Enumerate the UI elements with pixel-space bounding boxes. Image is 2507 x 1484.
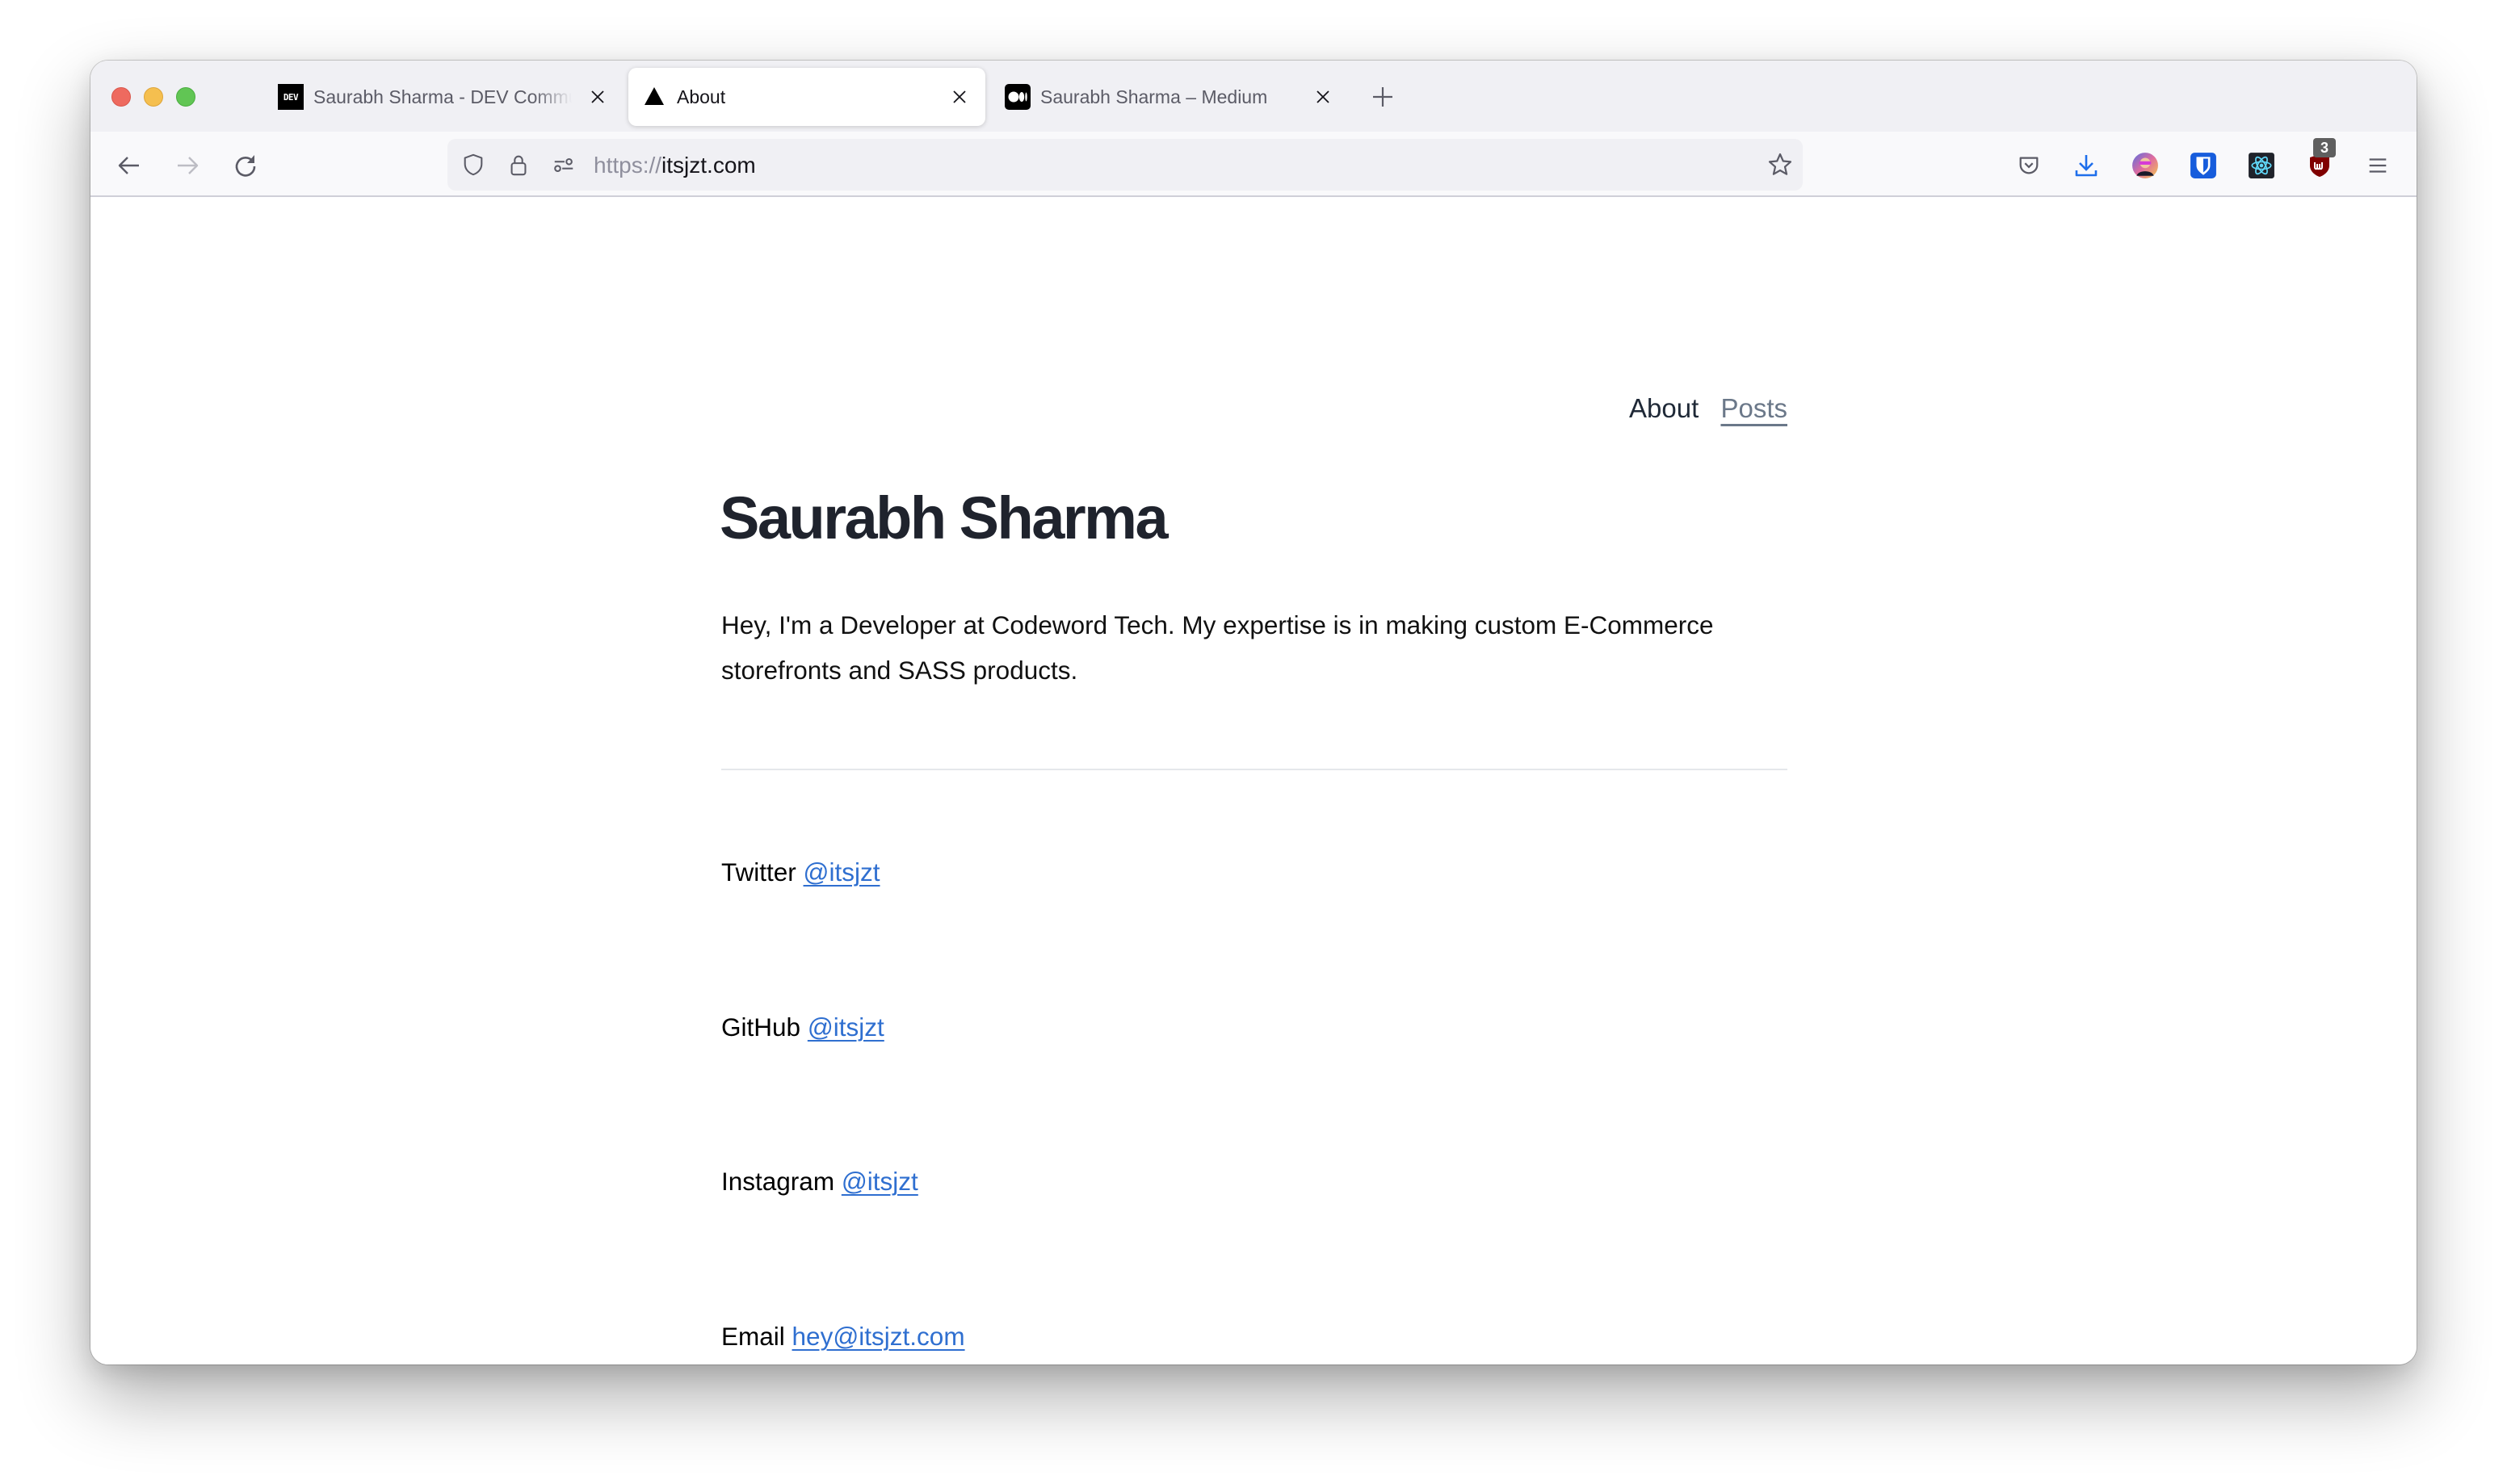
social-instagram: Instagram @itsjzt	[721, 1165, 918, 1197]
page-title: Saurabh Sharma	[720, 484, 1169, 551]
close-window-button[interactable]	[111, 87, 131, 107]
site-nav: About Posts	[1629, 392, 1787, 425]
maximize-window-button[interactable]	[176, 87, 195, 107]
reload-button[interactable]	[229, 149, 262, 182]
social-label: Twitter	[721, 857, 796, 887]
url-scheme: https://	[594, 153, 662, 178]
instagram-link[interactable]: @itsjzt	[842, 1167, 918, 1196]
bookmark-star-icon[interactable]	[1767, 152, 1793, 178]
forward-button[interactable]	[171, 149, 204, 182]
divider	[721, 769, 1787, 770]
page-content: About Posts Saurabh Sharma Hey, I'm a De…	[90, 199, 2417, 1365]
menu-icon[interactable]	[2362, 149, 2394, 182]
url-host: itsjzt.com	[661, 153, 756, 178]
tracking-protection-shield-icon[interactable]	[460, 152, 486, 178]
social-label: Email	[721, 1322, 785, 1351]
email-link[interactable]: hey@itsjzt.com	[792, 1322, 965, 1351]
close-tab-icon[interactable]	[1308, 82, 1337, 111]
close-tab-icon[interactable]	[583, 82, 612, 111]
plus-icon	[1373, 87, 1392, 107]
browser-window: DEV Saurabh Sharma - DEV Community About…	[90, 61, 2417, 1365]
lock-icon[interactable]	[506, 152, 531, 178]
tab-dev-community[interactable]: DEV Saurabh Sharma - DEV Community	[268, 68, 624, 126]
dev-logo-icon: DEV	[278, 84, 304, 110]
social-label: GitHub	[721, 1012, 801, 1042]
reload-icon	[235, 155, 256, 177]
medium-logo-icon	[1005, 84, 1031, 110]
react-devtools-icon[interactable]	[2245, 149, 2278, 182]
triangle-logo-icon	[643, 85, 666, 107]
social-label: Instagram	[721, 1167, 835, 1196]
tab-title: Saurabh Sharma – Medium	[1040, 86, 1268, 107]
nav-link-about[interactable]: About	[1629, 393, 1699, 423]
tab-title: About	[677, 86, 726, 107]
profile-avatar[interactable]	[2129, 149, 2161, 182]
arrow-right-icon	[178, 157, 199, 174]
close-tab-icon[interactable]	[945, 82, 974, 111]
ublock-badge: 3	[2313, 138, 2336, 157]
arrow-left-icon	[118, 157, 139, 174]
url-text[interactable]: https://itsjzt.com	[594, 153, 756, 178]
pocket-icon[interactable]	[2013, 149, 2045, 182]
minimize-window-button[interactable]	[144, 87, 163, 107]
tab-medium[interactable]: Saurabh Sharma – Medium	[995, 68, 1334, 126]
back-button[interactable]	[113, 149, 145, 182]
tab-about[interactable]: About	[628, 68, 985, 126]
tab-title: Saurabh Sharma - DEV Community	[313, 86, 572, 107]
social-email: Email hey@itsjzt.com	[721, 1320, 965, 1352]
github-link[interactable]: @itsjzt	[808, 1012, 884, 1042]
new-tab-button[interactable]	[1368, 82, 1397, 111]
navigation-toolbar: https://itsjzt.com 3	[90, 132, 2417, 197]
intro-paragraph: Hey, I'm a Developer at Codeword Tech. M…	[721, 610, 1714, 685]
permissions-icon[interactable]	[551, 152, 577, 178]
address-bar[interactable]: https://itsjzt.com	[447, 139, 1803, 191]
social-twitter: Twitter @itsjzt	[721, 856, 880, 888]
download-icon[interactable]	[2070, 149, 2102, 182]
social-github: GitHub @itsjzt	[721, 1011, 884, 1043]
nav-link-posts[interactable]: Posts	[1720, 393, 1787, 423]
tab-strip: DEV Saurabh Sharma - DEV Community About…	[90, 61, 2417, 132]
bitwarden-icon[interactable]	[2187, 149, 2219, 182]
twitter-link[interactable]: @itsjzt	[804, 857, 880, 887]
